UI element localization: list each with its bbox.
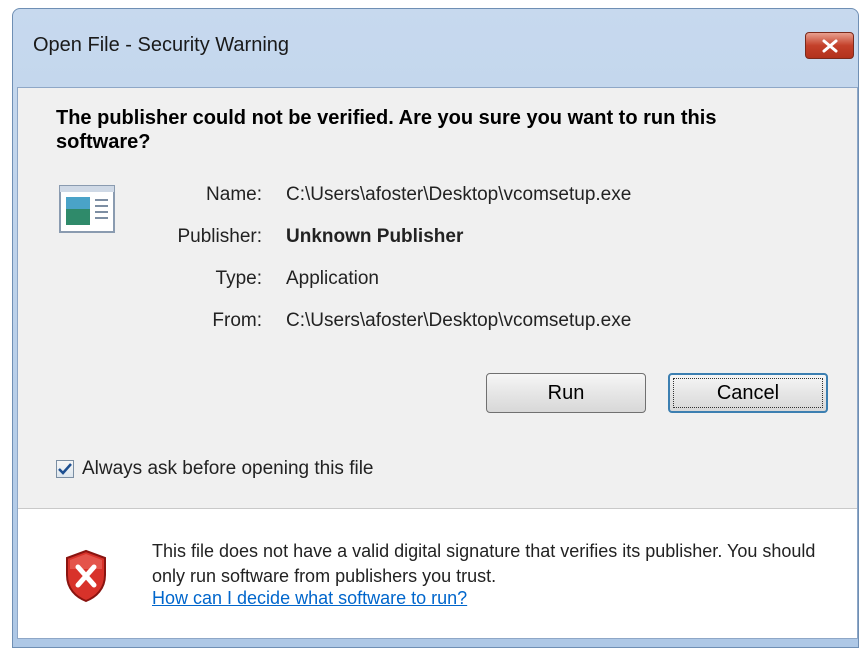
warning-message: This file does not have a valid digital … xyxy=(152,541,816,586)
run-button-label: Run xyxy=(547,381,585,404)
security-warning-window: Open File - Security Warning The publish… xyxy=(12,8,859,648)
help-link[interactable]: How can I decide what software to run? xyxy=(152,588,467,609)
dialog-body: The publisher could not be verified. Are… xyxy=(17,87,858,639)
focus-indicator xyxy=(673,378,823,408)
title-bar[interactable]: Open File - Security Warning xyxy=(13,9,858,87)
cancel-button[interactable]: Cancel xyxy=(668,373,828,413)
always-ask-label[interactable]: Always ask before opening this file xyxy=(82,458,374,480)
close-icon xyxy=(822,39,837,52)
checkmark-icon xyxy=(58,463,72,475)
from-label: From: xyxy=(212,310,262,331)
close-button[interactable] xyxy=(805,32,854,59)
run-button[interactable]: Run xyxy=(486,373,646,413)
dialog-heading: The publisher could not be verified. Are… xyxy=(56,107,717,153)
publisher-label: Publisher: xyxy=(177,226,263,247)
always-ask-checkbox[interactable] xyxy=(56,460,74,478)
always-ask-option[interactable]: Always ask before opening this file xyxy=(56,458,374,480)
name-value: C:\Users\afoster\Desktop\vcomsetup.exe xyxy=(286,184,632,205)
warning-panel: This file does not have a valid digital … xyxy=(18,509,857,638)
publisher-value: Unknown Publisher xyxy=(286,226,464,247)
from-value: C:\Users\afoster\Desktop\vcomsetup.exe xyxy=(286,310,632,331)
window-title: Open File - Security Warning xyxy=(33,34,290,56)
type-label: Type: xyxy=(215,268,262,289)
type-value: Application xyxy=(286,268,379,289)
shield-error-icon xyxy=(66,549,106,603)
name-label: Name: xyxy=(206,184,262,205)
